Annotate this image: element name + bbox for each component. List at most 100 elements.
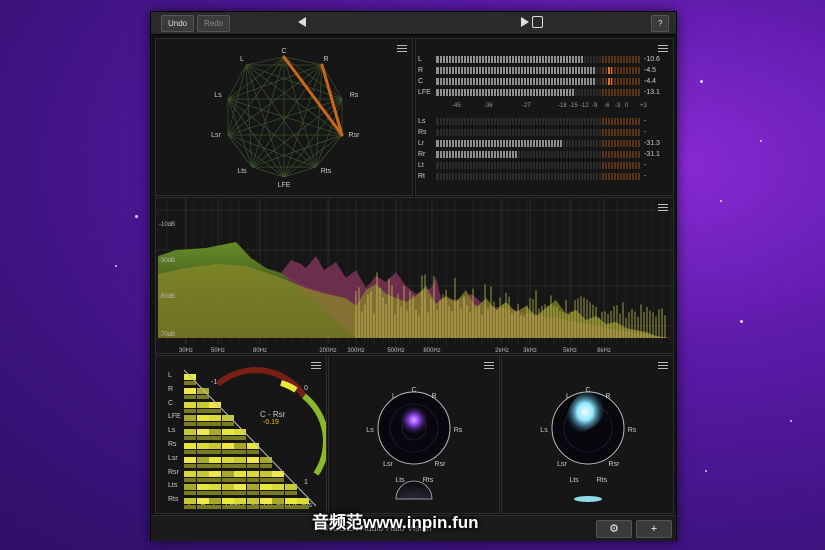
vision-label-lts: Lts: [569, 477, 579, 484]
speaker-label-lfe: LFE: [278, 182, 291, 189]
meter-bar: [436, 78, 641, 85]
vision-label-rsr: Rsr: [609, 461, 621, 468]
panel-menu-icon[interactable]: [658, 204, 668, 212]
speaker-label-c: C: [281, 48, 286, 55]
plus-icon: +: [650, 523, 658, 535]
meter-channel-label: Rr: [418, 151, 426, 158]
meter-bar: [436, 129, 641, 136]
meter-value: -: [644, 162, 647, 169]
vision-label-l: L: [392, 393, 396, 400]
vision-label-rs: Rs: [454, 427, 463, 434]
frequency-label: 200Hz: [319, 348, 336, 353]
meter-channel-label: LFE: [418, 89, 431, 96]
gear-icon: ⚙: [609, 523, 619, 535]
correlation-panel: LRCLFELsRsLsrRsrLtsRts LRCLFELsRsLsrRsrL…: [155, 355, 327, 514]
level-meters-panel: L -10.6 R -4.5 C -4.4 LFE -13.1 -45 -36 -27 -18 -15…: [415, 38, 674, 196]
db-label: -70dB: [159, 332, 175, 338]
speaker-map-panel: L C R Ls Rs Lsr Rsr Lts LFE Rts: [155, 38, 413, 196]
meter-scale-tick: -9: [592, 103, 598, 109]
panel-menu-icon[interactable]: [397, 45, 407, 53]
vision-label-rts: Rts: [597, 477, 608, 484]
frequency-label: 50Hz: [211, 348, 225, 353]
meter-value: -: [644, 173, 647, 180]
speaker-label-l: L: [240, 56, 244, 63]
panel-menu-icon[interactable]: [658, 362, 668, 370]
meter-row-rs: Rs -: [416, 129, 673, 136]
meter-channel-label: Ls: [418, 118, 426, 125]
vision-label-c: C: [411, 387, 416, 394]
meter-bar: [436, 67, 641, 74]
help-button[interactable]: ?: [651, 15, 670, 32]
meter-scale-tick: -12: [580, 103, 589, 109]
meter-bar: [436, 89, 641, 96]
speaker-label-rs: Rs: [350, 92, 359, 99]
meter-row-rt: Rt -: [416, 173, 673, 180]
vision-label-lsr: Lsr: [557, 461, 567, 468]
next-preset-icon[interactable]: [521, 17, 529, 27]
meter-value: -4.5: [644, 67, 657, 74]
spectrum-panel: -10dB -30dB -50dB -70dB 30Hz 50Hz 80Hz 200Hz 30…: [155, 197, 674, 354]
vision-circle-right: L C R Ls Rs Lsr Rsr Lts Rts: [540, 387, 637, 502]
add-panel-button[interactable]: +: [636, 520, 672, 538]
speaker-label-r: R: [323, 56, 328, 63]
speaker-label-lsr: Lsr: [211, 132, 221, 139]
meter-bar: [436, 162, 641, 169]
meter-value: -31.3: [644, 140, 660, 147]
meter-row-lfe: LFE -13.1: [416, 89, 673, 96]
meter-row-ls: Ls -: [416, 118, 673, 125]
correlation-pair-value: -0.19: [263, 419, 279, 426]
previous-preset-icon[interactable]: [298, 17, 306, 27]
frequency-label: 300Hz: [347, 348, 364, 353]
meter-channel-label: C: [418, 78, 424, 85]
meter-row-lr: Lr -31.3: [416, 140, 673, 147]
meter-value: -13.1: [644, 89, 660, 96]
meter-row-l: L -10.6: [416, 56, 673, 63]
settings-button[interactable]: ⚙: [596, 520, 632, 538]
spectrum-graph: -10dB -30dB -50dB -70dB 30Hz 50Hz 80Hz 200Hz 30…: [156, 198, 673, 353]
vision-label-ls: Ls: [366, 427, 374, 434]
redo-button[interactable]: Redo: [197, 15, 231, 32]
vision-label-l: L: [566, 393, 570, 400]
speaker-label-rts: Rts: [321, 168, 332, 175]
meter-row-lt: Lt -: [416, 162, 673, 169]
meter-scale-tick: -36: [484, 103, 493, 109]
speaker-label-lts: Lts: [237, 168, 247, 175]
undo-button[interactable]: Undo: [161, 15, 195, 32]
frequency-label: 8kHz: [597, 348, 611, 353]
panel-menu-icon[interactable]: [658, 45, 668, 53]
frequency-label: 30Hz: [179, 348, 193, 353]
meter-scale-tick: 0: [625, 103, 629, 109]
vision-label-lts: Lts: [395, 477, 405, 484]
meter-bar: [436, 173, 641, 180]
meter-scale-tick: -27: [522, 103, 531, 109]
speaker-label-rsr: Rsr: [349, 132, 361, 139]
speaker-label-ls: Ls: [214, 92, 222, 99]
meter-value: -4.4: [644, 78, 657, 85]
meter-row-c: C -4.4: [416, 78, 673, 85]
meter-scale-tick: -3: [615, 103, 621, 109]
meter-scale-tick: -6: [604, 103, 610, 109]
vision-label-rsr: Rsr: [435, 461, 447, 468]
speaker-map-graph: L C R Ls Rs Lsr Rsr Lts LFE Rts: [211, 48, 361, 189]
meter-row-rr: Rr -31.1: [416, 151, 673, 158]
meter-bar: [436, 118, 641, 125]
preset-list-icon[interactable]: [532, 16, 543, 28]
meter-channel-label: Rs: [418, 129, 427, 136]
gauge-mid-label: 0: [304, 385, 308, 392]
meter-row-r: R -4.5: [416, 67, 673, 74]
meter-bar: [436, 56, 641, 63]
halo-vision-panel-left: L C R Ls Rs Lsr Rsr Lts Rts: [328, 355, 500, 514]
panel-menu-icon[interactable]: [484, 362, 494, 370]
correlation-pair-label: C - Rsr: [260, 410, 286, 419]
db-label: -10dB: [159, 222, 175, 228]
vision-label-r: R: [605, 393, 610, 400]
meter-value: -: [644, 129, 647, 136]
meter-bar: [436, 151, 641, 158]
vision-label-rs: Rs: [628, 427, 637, 434]
frequency-label: 500Hz: [387, 348, 404, 353]
frequency-label: 5kHz: [563, 348, 577, 353]
frequency-label: 800Hz: [423, 348, 440, 353]
meter-value: -31.1: [644, 151, 660, 158]
frequency-label: 3kHz: [523, 348, 537, 353]
gauge-max-label: 1: [304, 479, 308, 486]
